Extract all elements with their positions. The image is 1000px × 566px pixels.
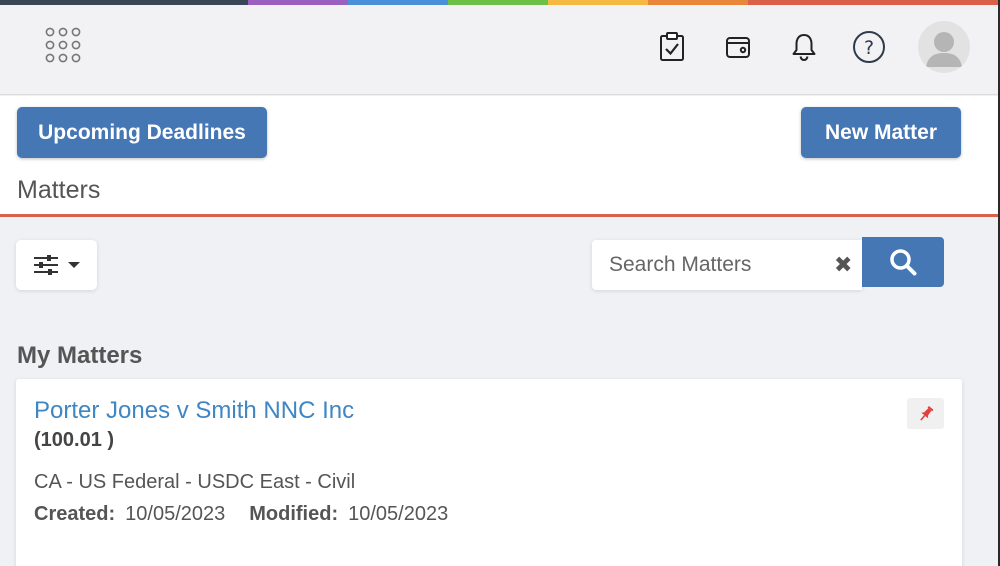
matter-dates: Created: 10/05/2023 Modified: 10/05/2023 [34, 503, 448, 526]
bell-icon[interactable] [786, 29, 822, 65]
help-icon[interactable]: ? [851, 29, 887, 65]
caret-down-icon [67, 262, 80, 268]
search-button[interactable] [862, 237, 944, 287]
matter-number: (100.01 ) [34, 429, 115, 451]
clear-search-icon[interactable]: ✖ [834, 254, 852, 276]
search-box: ✖ [592, 240, 862, 290]
svg-text:?: ? [864, 37, 874, 59]
search-icon [890, 249, 917, 276]
upcoming-deadlines-button[interactable]: Upcoming Deadlines [17, 107, 267, 158]
filter-dropdown-button[interactable] [16, 240, 97, 290]
user-avatar-icon[interactable] [918, 21, 970, 73]
section-title-my-matters: My Matters [17, 342, 143, 369]
matter-card: Porter Jones v Smith NNC Inc (100.01 ) C… [16, 379, 962, 566]
wallet-icon[interactable] [720, 29, 756, 65]
page-title: Matters [17, 176, 101, 204]
pin-button[interactable] [907, 398, 944, 429]
search-input[interactable] [592, 240, 828, 290]
app-grid-icon[interactable] [44, 27, 82, 65]
page-header: Upcoming Deadlines New Matter Matters [0, 96, 998, 217]
new-matter-button[interactable]: New Matter [801, 107, 961, 158]
modified-label: Modified: [249, 503, 339, 525]
pin-icon [919, 405, 933, 421]
matter-court: CA - US Federal - USDC East - Civil [34, 471, 356, 493]
tasks-clipboard-icon[interactable] [654, 29, 690, 65]
modified-date: 10/05/2023 [348, 503, 449, 525]
created-date: 10/05/2023 [125, 503, 226, 525]
created-label: Created: [34, 503, 116, 525]
matter-title-link[interactable]: Porter Jones v Smith NNC Inc [34, 397, 354, 425]
sliders-icon [33, 255, 58, 275]
top-navigation-bar: ? [0, 5, 998, 95]
